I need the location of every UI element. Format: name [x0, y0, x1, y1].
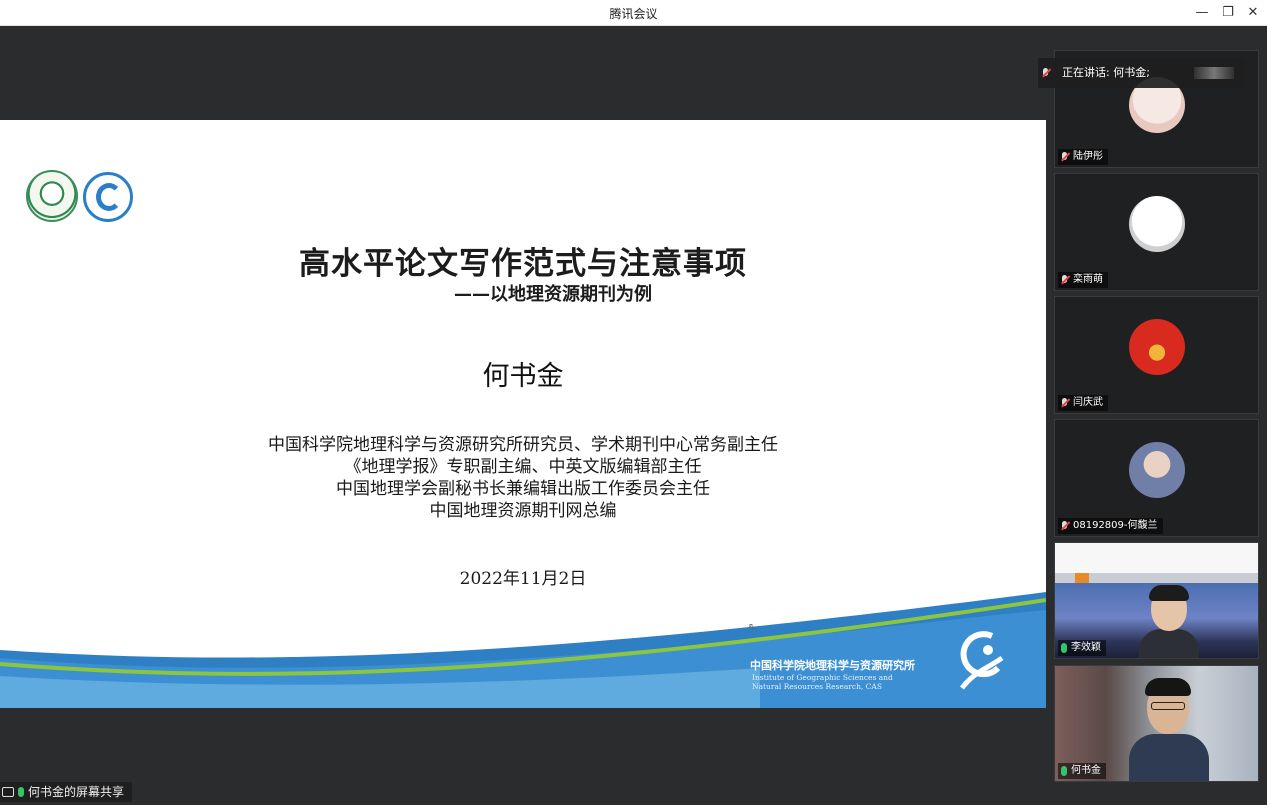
avatar	[1129, 319, 1185, 375]
slide-title: 高水平论文写作范式与注意事项	[299, 246, 747, 282]
mic-icon	[1061, 643, 1067, 653]
institute-en-line: Natural Resources Research, CAS	[752, 682, 882, 691]
mouse-cursor-icon: ⇖	[748, 622, 757, 633]
speaker-icon	[1042, 68, 1050, 78]
mic-muted-icon	[1061, 521, 1069, 531]
participant-name-tag: 何书金	[1058, 763, 1106, 779]
participant-video-tile[interactable]: 何书金	[1054, 665, 1259, 782]
slide-author: 何书金	[482, 361, 564, 392]
institute-name-cn: 中国科学院地理科学与资源研究所	[750, 659, 915, 672]
mic-muted-icon	[1061, 152, 1069, 162]
presentation-slide: 高水平论文写作范式与注意事项 ——以地理资源期刊为例 何书金 中国科学院地理科学…	[0, 120, 1046, 708]
participant-tile[interactable]: 栾雨萌	[1054, 173, 1259, 291]
participant-name: 08192809-何馥兰	[1073, 520, 1158, 531]
participant-tile[interactable]: 08192809-何馥兰	[1054, 419, 1259, 537]
participant-name-tag: 陆伊彤	[1058, 149, 1108, 165]
avatar	[1129, 196, 1185, 252]
shared-screen-stage[interactable]: 高水平论文写作范式与注意事项 ——以地理资源期刊为例 何书金 中国科学院地理科学…	[0, 26, 1046, 805]
participant-name: 闫庆武	[1073, 397, 1103, 408]
affiliation-line: 中国科学院地理科学与资源研究所研究员、学术期刊中心常务副主任	[268, 435, 778, 455]
participant-name: 陆伊彤	[1073, 151, 1103, 162]
mic-muted-icon	[1061, 275, 1069, 285]
institute-name-en: Institute of Geographic Sciences and Nat…	[752, 673, 893, 691]
affiliation-line: 中国地理资源期刊网总编	[429, 501, 617, 521]
screen-share-label: 何书金的屏幕共享	[0, 782, 133, 802]
minimize-icon[interactable]: —	[1192, 3, 1212, 23]
participant-tile[interactable]: 闫庆武	[1054, 296, 1259, 414]
window-titlebar: 腾讯会议 — ❐ ✕	[0, 0, 1267, 26]
speaking-text: 正在讲话: 何书金;	[1062, 66, 1150, 79]
participant-name-tag: 闫庆武	[1058, 395, 1108, 411]
slide-subtitle: ——以地理资源期刊为例	[454, 284, 652, 305]
mic-icon	[1061, 766, 1067, 776]
participant-name-tag: 08192809-何馥兰	[1058, 518, 1163, 534]
share-label-text: 何书金的屏幕共享	[28, 785, 125, 799]
avatar	[1129, 442, 1185, 498]
window-title: 腾讯会议	[609, 7, 658, 21]
institute-logo-icon	[960, 631, 1004, 690]
affiliation-line: 《地理学报》专职副主编、中英文版编辑部主任	[344, 457, 702, 477]
speaking-indicator: 正在讲话: 何书金;	[1038, 58, 1244, 88]
institute-en-line: Institute of Geographic Sciences and	[752, 673, 893, 682]
participant-name: 栾雨萌	[1073, 274, 1103, 285]
slide-affiliations: 中国科学院地理科学与资源研究所研究员、学术期刊中心常务副主任 《地理学报》专职副…	[0, 434, 1046, 522]
audio-level-bar	[1194, 67, 1234, 79]
close-icon[interactable]: ✕	[1243, 3, 1263, 23]
participant-name-tag: 李效颖	[1058, 640, 1106, 656]
journal-logo	[83, 172, 133, 222]
participants-sidebar: 陆伊彤 正在讲话: 何书金; 栾雨萌 闫庆武 08192809-何馥兰 李效颖 …	[1038, 26, 1267, 805]
participant-name: 何书金	[1071, 765, 1101, 776]
affiliation-line: 中国地理学会副秘书长兼编辑出版工作委员会主任	[336, 479, 710, 499]
society-logo	[26, 170, 78, 222]
screen-share-icon	[2, 787, 14, 797]
participant-video-tile[interactable]: 李效颖	[1054, 542, 1259, 659]
restore-icon[interactable]: ❐	[1218, 3, 1238, 23]
mic-muted-icon	[1061, 398, 1069, 408]
participant-name: 李效颖	[1071, 642, 1101, 653]
participant-name-tag: 栾雨萌	[1058, 272, 1108, 288]
mic-icon	[18, 787, 24, 797]
